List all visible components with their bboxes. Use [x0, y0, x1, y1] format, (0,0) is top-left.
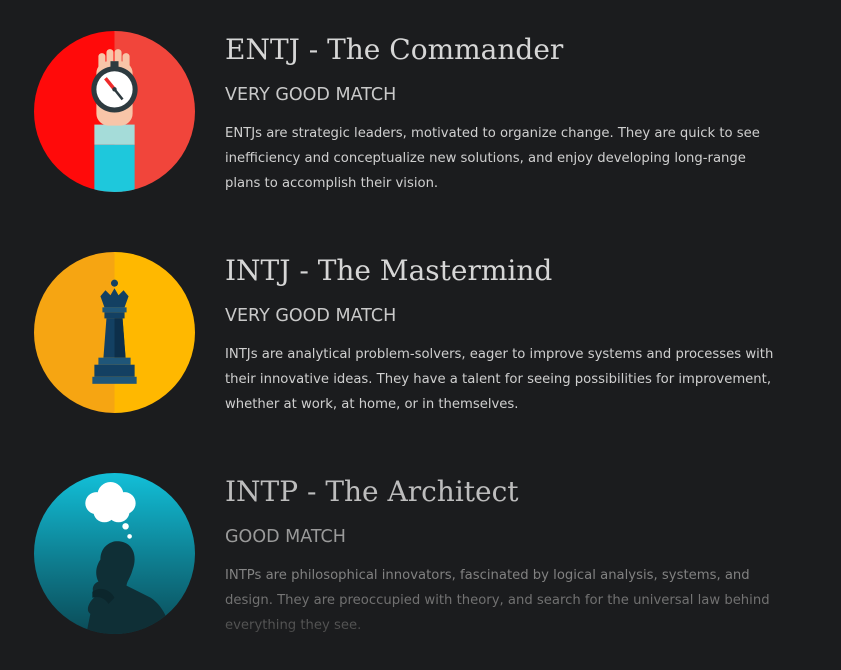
- thinker-with-thought-bubble-icon: [34, 473, 195, 634]
- personality-title: ENTJ - The Commander: [225, 33, 564, 66]
- personality-item-entj: ENTJ - The Commander VERY GOOD MATCH ENT…: [0, 31, 841, 231]
- personality-description: INTJs are analytical problem-solvers, ea…: [225, 347, 774, 412]
- match-level: VERY GOOD MATCH: [225, 306, 397, 326]
- personality-match-list: ENTJ - The Commander VERY GOOD MATCH ENT…: [0, 0, 841, 670]
- personality-title: INTJ - The Mastermind: [225, 254, 553, 287]
- personality-item-intj: INTJ - The Mastermind VERY GOOD MATCH IN…: [0, 252, 841, 452]
- match-level: VERY GOOD MATCH: [225, 85, 397, 105]
- match-level: GOOD MATCH: [225, 527, 346, 547]
- personality-description: INTPs are philosophical innovators, fasc…: [225, 563, 785, 638]
- personality-description: ENTJs are strategic leaders, motivated t…: [225, 126, 760, 191]
- hand-with-stopwatch-icon: [34, 31, 195, 192]
- personality-title: INTP - The Architect: [225, 475, 519, 508]
- chess-queen-icon: [34, 252, 195, 413]
- personality-item-intp: INTP - The Architect GOOD MATCH INTPs ar…: [0, 473, 841, 670]
